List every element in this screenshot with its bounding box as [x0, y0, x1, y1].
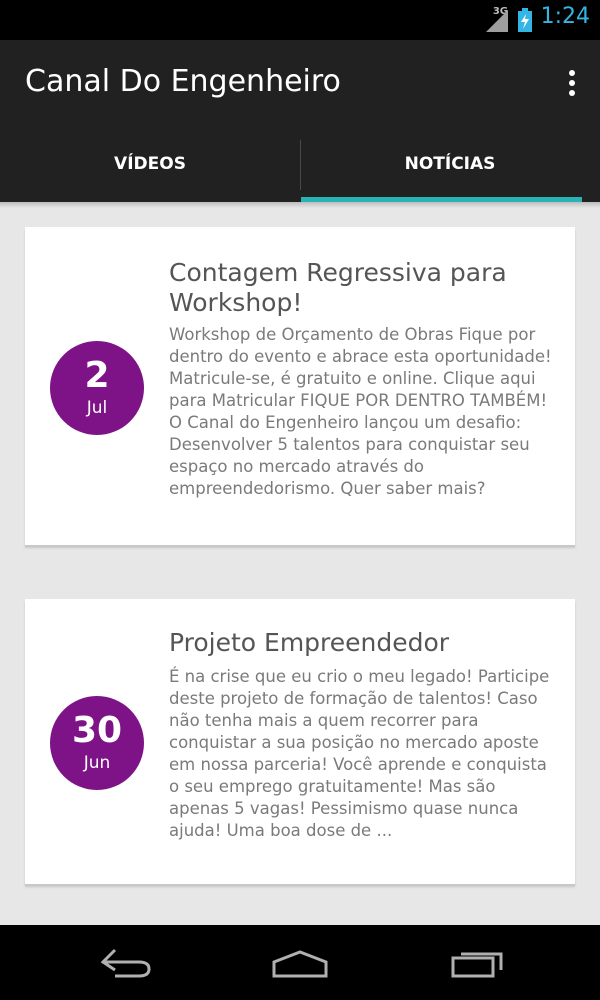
date-day: 2: [84, 355, 110, 396]
tab-shadow: [0, 202, 600, 208]
date-badge: 2 Jul: [50, 341, 144, 435]
overflow-menu-icon[interactable]: [564, 70, 580, 100]
battery-charging-icon: [518, 8, 532, 32]
tab-videos[interactable]: VÍDEOS: [0, 130, 300, 202]
news-title: Projeto Empreendedor: [169, 628, 450, 657]
status-bar: 3G 1:24: [0, 0, 600, 40]
news-card[interactable]: 2 Jul Contagem Regressiva para Workshop!…: [25, 227, 575, 545]
navigation-bar: [0, 925, 600, 1000]
tab-bar: VÍDEOS NOTÍCIAS: [0, 130, 600, 202]
back-icon[interactable]: [95, 942, 155, 982]
home-icon[interactable]: [270, 942, 330, 982]
news-summary: É na crise que eu crio o meu legado! Par…: [169, 667, 550, 840]
news-card[interactable]: 30 Jun Projeto Empreendedor É na crise q…: [25, 599, 575, 884]
app-title: Canal Do Engenheiro: [25, 64, 341, 99]
date-month: Jun: [83, 753, 111, 773]
news-title: Contagem Regressiva para Workshop!: [169, 258, 507, 317]
recent-apps-icon[interactable]: [445, 942, 505, 982]
date-month: Jul: [86, 398, 108, 418]
clock: 1:24: [540, 4, 590, 29]
date-day: 30: [71, 710, 123, 751]
date-badge: 30 Jun: [50, 696, 144, 790]
news-summary: Workshop de Orçamento de Obras Fique por…: [169, 325, 552, 498]
tab-noticias[interactable]: NOTÍCIAS: [300, 130, 600, 202]
action-bar: Canal Do Engenheiro: [0, 40, 600, 130]
signal-icon: [486, 10, 508, 32]
